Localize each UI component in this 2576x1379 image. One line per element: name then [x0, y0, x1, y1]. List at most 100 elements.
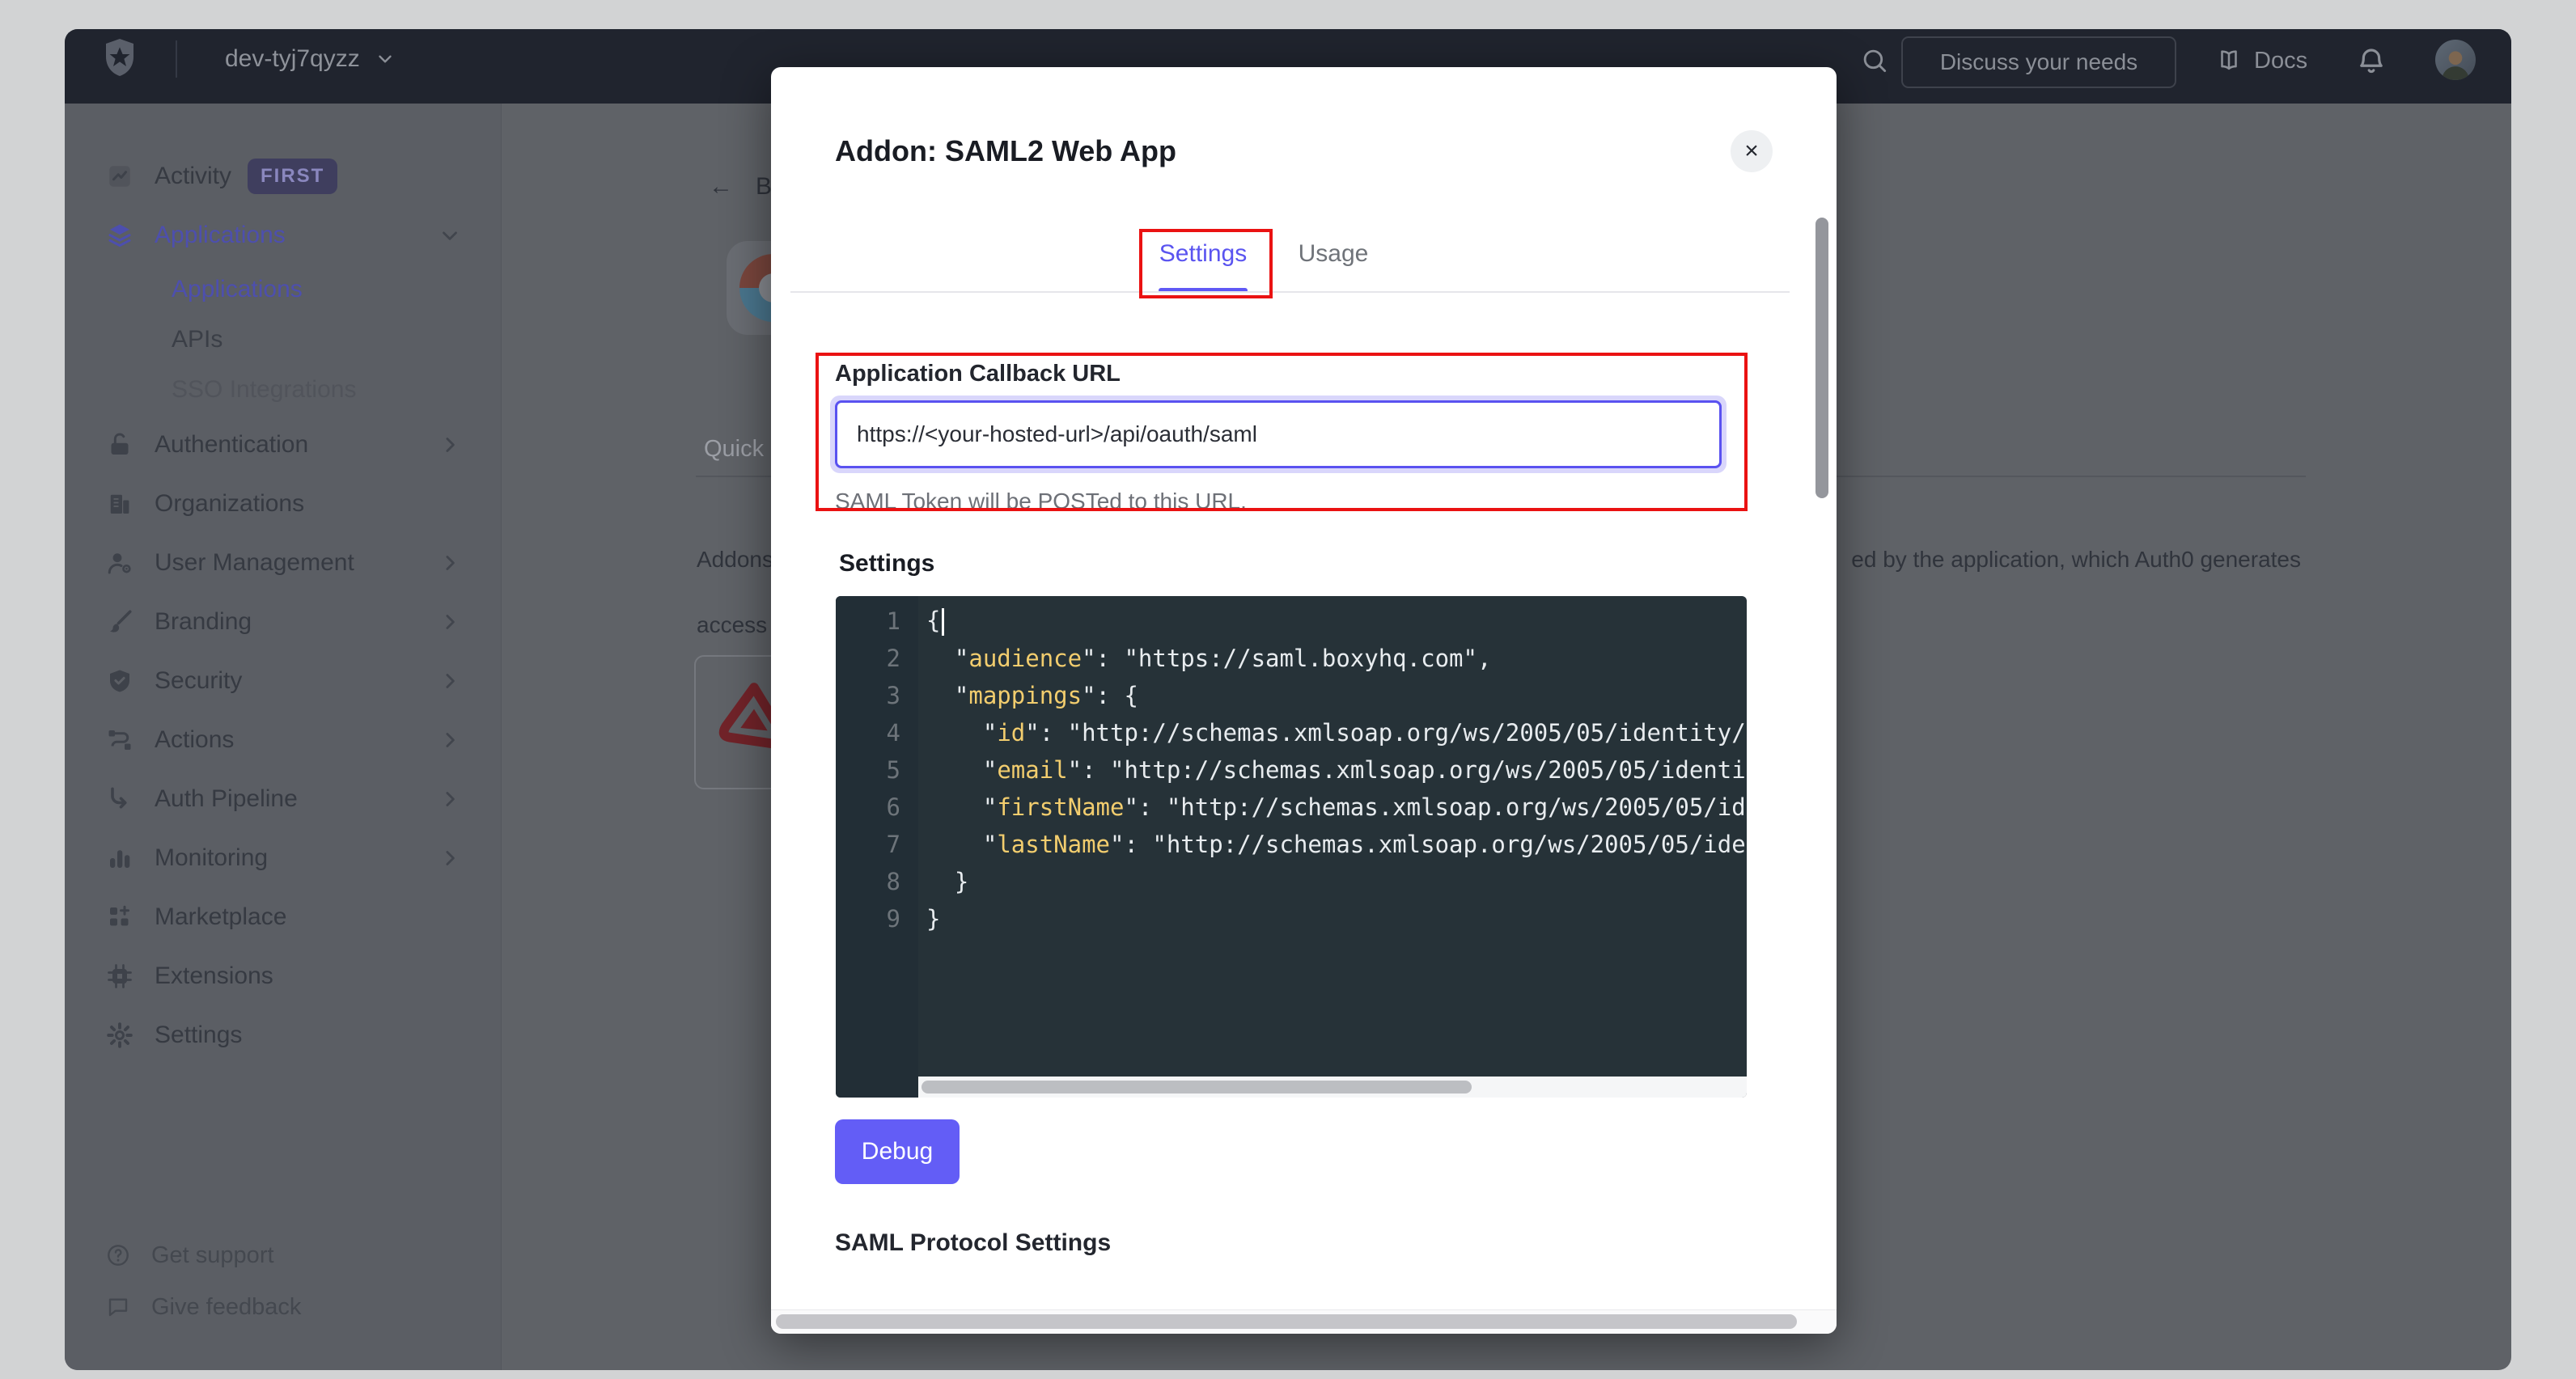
discuss-your-needs-button[interactable]: Discuss your needs	[1901, 36, 2176, 88]
sidebar-item-auth-pipeline[interactable]: Auth Pipeline	[65, 769, 501, 828]
building-icon	[105, 489, 134, 518]
pipeline-icon	[105, 785, 134, 814]
sidebar-item-label: SSO Integrations	[172, 376, 356, 404]
search-icon[interactable]	[1859, 45, 1890, 76]
sidebar-item-sso-integrations[interactable]: SSO Integrations	[65, 365, 501, 415]
modal-horizontal-scrollbar-thumb[interactable]	[776, 1314, 1797, 1329]
chevron-right-icon	[438, 610, 462, 634]
auth0-logo-icon	[100, 37, 140, 79]
chevron-right-icon	[438, 787, 462, 811]
line-number: 6	[836, 793, 918, 821]
line-number: 2	[836, 645, 918, 672]
sidebar-item-label: Applications	[155, 222, 286, 249]
line-number: 4	[836, 719, 918, 747]
sidebar-item-authentication[interactable]: Authentication	[65, 415, 501, 474]
user-avatar[interactable]	[2435, 40, 2476, 80]
sidebar-item-extensions[interactable]: Extensions	[65, 946, 501, 1005]
line-number: 3	[836, 682, 918, 709]
sidebar-item-label: Actions	[155, 726, 234, 754]
code-line: 4 "id": "http://schemas.xmlsoap.org/ws/2…	[836, 714, 1747, 751]
line-number: 5	[836, 756, 918, 784]
sidebar-item-label: Get support	[151, 1242, 274, 1269]
first-badge: FIRST	[248, 159, 337, 194]
sidebar-item-branding[interactable]: Branding	[65, 592, 501, 651]
discuss-your-needs-label: Discuss your needs	[1940, 49, 2137, 75]
layers-icon	[105, 221, 134, 250]
sidebar-item-label: Marketplace	[155, 903, 286, 931]
close-icon: ×	[1744, 139, 1759, 163]
close-button[interactable]: ×	[1731, 130, 1773, 172]
sidebar-item-get-support[interactable]: Get support	[65, 1229, 501, 1281]
sidebar-item-actions[interactable]: Actions	[65, 710, 501, 769]
addons-description-fragment: Addons	[697, 547, 773, 573]
modal-title: Addon: SAML2 Web App	[835, 134, 1176, 168]
tabs-divider	[790, 291, 1790, 293]
modal-vertical-scrollbar-thumb[interactable]	[1815, 218, 1828, 498]
sidebar-item-label: User Management	[155, 549, 354, 577]
sidebar: ActivityFIRST Applications Applications API…	[65, 104, 502, 1370]
code-content: 1{2 "audience": "https://saml.boxyhq.com…	[836, 603, 1747, 937]
sidebar-item-monitoring[interactable]: Monitoring	[65, 828, 501, 887]
user-gear-icon	[105, 548, 134, 577]
sidebar-item-organizations[interactable]: Organizations	[65, 474, 501, 533]
addons-description-fragment: access	[697, 612, 767, 638]
gear-icon	[105, 1021, 134, 1050]
addons-description-fragment: ed by the application, which Auth0 gener…	[1851, 547, 2301, 573]
code-line: 5 "email": "http://schemas.xmlsoap.org/w…	[836, 751, 1747, 789]
sidebar-item-give-feedback[interactable]: Give feedback	[65, 1281, 501, 1333]
sidebar-item-applications-sub[interactable]: Applications	[65, 264, 501, 315]
sidebar-item-security[interactable]: Security	[65, 651, 501, 710]
docs-link[interactable]: Docs	[2215, 29, 2307, 92]
sidebar-item-marketplace[interactable]: Marketplace	[65, 887, 501, 946]
sidebar-footer: Get support Give feedback	[65, 1229, 501, 1333]
help-icon	[105, 1242, 131, 1268]
code-line: 2 "audience": "https://saml.boxyhq.com",	[836, 640, 1747, 677]
marketplace-icon	[105, 903, 134, 932]
sidebar-item-activity[interactable]: ActivityFIRST	[65, 146, 501, 205]
sidebar-item-label: Settings	[155, 1022, 242, 1049]
app-window: ← Back to Applications Quick Start Addon…	[65, 29, 2511, 1370]
modal-horizontal-scrollbar	[771, 1309, 1837, 1334]
shield-check-icon	[105, 666, 134, 696]
debug-button[interactable]: Debug	[835, 1119, 960, 1184]
chevron-right-icon	[438, 846, 462, 870]
bar-chart-icon	[105, 844, 134, 873]
brush-icon	[105, 607, 134, 637]
tab-usage[interactable]: Usage	[1293, 240, 1374, 268]
tab-settings[interactable]: Settings	[1150, 240, 1256, 268]
sidebar-item-label: APIs	[172, 326, 222, 353]
extensions-icon	[105, 962, 134, 991]
code-line: 8 }	[836, 863, 1747, 900]
code-line: 7 "lastName": "http://schemas.xmlsoap.or…	[836, 826, 1747, 863]
editor-horizontal-scrollbar-thumb[interactable]	[922, 1081, 1472, 1093]
sidebar-item-label: Branding	[155, 608, 252, 636]
sidebar-item-label: Security	[155, 667, 242, 695]
callback-url-input[interactable]	[835, 400, 1722, 468]
code-line: 1{	[836, 603, 1747, 640]
line-number: 9	[836, 905, 918, 933]
feedback-icon	[105, 1294, 131, 1320]
code-line: 9}	[836, 900, 1747, 937]
callback-url-help: SAML Token will be POSTed to this URL.	[835, 489, 1247, 514]
line-number: 1	[836, 607, 918, 635]
sidebar-item-label: Extensions	[155, 962, 273, 990]
sidebar-item-label: Authentication	[155, 431, 308, 459]
chevron-right-icon	[438, 551, 462, 575]
chevron-right-icon	[438, 728, 462, 752]
callback-url-focus-ring	[830, 396, 1727, 473]
sidebar-item-label: Applications	[172, 276, 303, 303]
line-number: 7	[836, 831, 918, 858]
sidebar-item-apis[interactable]: APIs	[65, 315, 501, 365]
sidebar-item-user-management[interactable]: User Management	[65, 533, 501, 592]
sidebar-item-applications[interactable]: Applications	[65, 205, 501, 264]
tenant-switcher[interactable]: dev-tyj7qyzz	[225, 29, 396, 89]
sidebar-item-label: Give feedback	[151, 1294, 301, 1321]
chevron-right-icon	[438, 669, 462, 693]
settings-code-editor[interactable]: 1{2 "audience": "https://saml.boxyhq.com…	[836, 596, 1747, 1098]
notifications-bell-icon[interactable]	[2354, 44, 2388, 79]
docs-label: Docs	[2254, 48, 2307, 74]
sidebar-item-label: Monitoring	[155, 844, 268, 872]
sidebar-item-label: Organizations	[155, 490, 304, 518]
sidebar-item-settings[interactable]: Settings	[65, 1005, 501, 1064]
addon-saml2-modal: Addon: SAML2 Web App × Settings Usage Ap…	[771, 67, 1837, 1334]
